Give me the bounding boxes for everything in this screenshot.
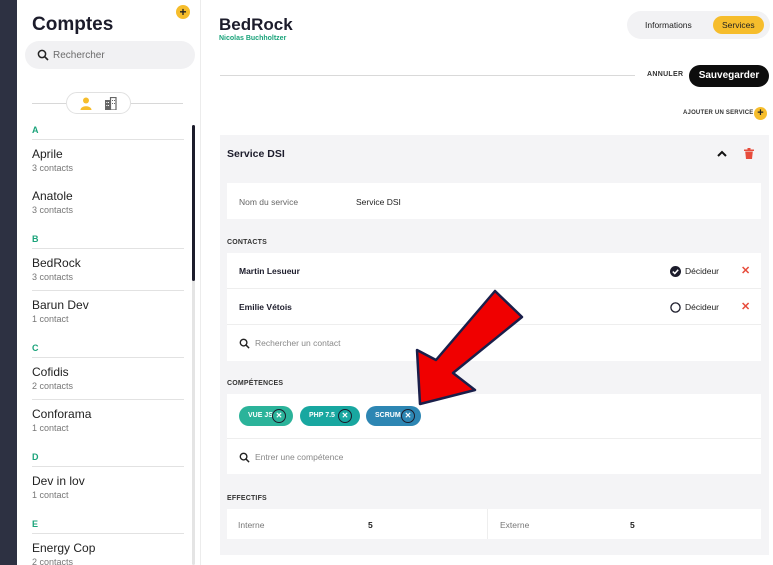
search-icon bbox=[37, 49, 49, 61]
list-item[interactable]: Cofidis 2 contacts bbox=[32, 358, 184, 400]
remove-contact-button[interactable]: ✕ bbox=[741, 264, 750, 277]
app-rail bbox=[0, 0, 17, 565]
skill-chip: VUE JS ✕ bbox=[239, 406, 293, 426]
page-title: BedRock bbox=[219, 15, 293, 34]
decision-maker-label: Décideur bbox=[685, 266, 720, 276]
account-contacts: 3 contacts bbox=[32, 272, 74, 282]
list-item[interactable]: Aprile 3 contacts bbox=[32, 140, 184, 182]
chevron-up-icon[interactable] bbox=[717, 150, 727, 157]
skill-search bbox=[227, 438, 761, 474]
skills-heading: COMPÉTENCES bbox=[227, 380, 284, 387]
service-name-card: Nom du service Service DSI bbox=[227, 183, 761, 219]
add-account-button[interactable]: + bbox=[176, 5, 190, 19]
account-name: Dev in lov bbox=[32, 474, 85, 488]
account-name: Aprile bbox=[32, 147, 63, 161]
search-icon bbox=[239, 338, 250, 349]
external-value: 5 bbox=[630, 520, 635, 530]
contacts-card: Martin Lesueur Décideur ✕ Emilie Vétois … bbox=[227, 253, 761, 361]
scrollbar-thumb[interactable] bbox=[192, 125, 195, 281]
remove-skill-icon[interactable]: ✕ bbox=[338, 409, 352, 423]
external-staff[interactable]: Externe 5 bbox=[489, 509, 761, 539]
cancel-button[interactable]: ANNULER bbox=[647, 71, 683, 78]
add-service-label[interactable]: AJOUTER UN SERVICE bbox=[683, 110, 754, 116]
section-letter: D bbox=[32, 447, 184, 467]
account-name: BedRock bbox=[32, 256, 81, 270]
contact-name: Martin Lesueur bbox=[239, 266, 300, 276]
contact-row: Emilie Vétois Décideur ✕ bbox=[227, 289, 761, 325]
accounts-list: A Aprile 3 contacts Anatole 3 contacts B B… bbox=[32, 120, 184, 565]
internal-value: 5 bbox=[368, 520, 373, 530]
internal-label: Interne bbox=[238, 520, 265, 530]
skill-chip: PHP 7.5 ✕ bbox=[300, 406, 360, 426]
divider bbox=[220, 75, 635, 76]
contacts-heading: CONTACTS bbox=[227, 239, 267, 246]
tab-bar: Informations Services bbox=[627, 11, 770, 39]
person-icon[interactable] bbox=[80, 97, 92, 110]
account-contacts: 1 contact bbox=[32, 314, 69, 324]
account-owner: Nicolas Buchholtzer bbox=[219, 35, 287, 42]
contact-search bbox=[227, 325, 761, 361]
contact-name: Emilie Vétois bbox=[239, 302, 292, 312]
list-item[interactable]: Barun Dev 1 contact bbox=[32, 291, 184, 333]
skill-label: SCRUM bbox=[375, 412, 401, 419]
staff-heading: EFFECTIFS bbox=[227, 495, 267, 502]
view-toggle bbox=[66, 92, 131, 114]
account-contacts: 2 contacts bbox=[32, 381, 74, 391]
staff-card: Interne 5 Externe 5 bbox=[227, 509, 761, 539]
account-name: Anatole bbox=[32, 189, 73, 203]
search-icon bbox=[239, 452, 250, 463]
tab-services[interactable]: Services bbox=[713, 16, 764, 34]
list-item[interactable]: BedRock 3 contacts bbox=[32, 249, 184, 291]
list-item[interactable]: Dev in lov 1 contact bbox=[32, 467, 184, 509]
account-name: Energy Cop bbox=[32, 541, 96, 555]
building-icon[interactable] bbox=[104, 97, 117, 110]
skill-chip: SCRUM ✕ bbox=[366, 406, 421, 426]
remove-contact-button[interactable]: ✕ bbox=[741, 300, 750, 313]
section-letter: B bbox=[32, 229, 184, 249]
accounts-sidebar: Comptes + A Aprile 3 contacts Anatole 3 co… bbox=[17, 0, 201, 565]
divider bbox=[32, 103, 66, 104]
account-contacts: 3 contacts bbox=[32, 205, 74, 215]
section-letter: A bbox=[32, 120, 184, 140]
service-panel: Service DSI Nom du service Service DSI C… bbox=[220, 135, 769, 555]
sidebar-title: Comptes bbox=[32, 14, 114, 35]
add-service-button[interactable]: + bbox=[754, 107, 767, 120]
skill-label: PHP 7.5 bbox=[309, 412, 335, 419]
tab-informations[interactable]: Informations bbox=[636, 16, 701, 34]
account-name: Conforama bbox=[32, 407, 92, 421]
divider bbox=[131, 103, 183, 104]
save-button[interactable]: Sauvegarder bbox=[689, 65, 769, 87]
service-name-label: Nom du service bbox=[239, 197, 299, 207]
contact-row: Martin Lesueur Décideur ✕ bbox=[227, 253, 761, 289]
account-name: Barun Dev bbox=[32, 298, 89, 312]
account-contacts: 2 contacts bbox=[32, 557, 74, 565]
account-contacts: 3 contacts bbox=[32, 163, 74, 173]
account-contacts: 1 contact bbox=[32, 423, 69, 433]
main-content: BedRock Nicolas Buchholtzer Informations… bbox=[201, 0, 773, 565]
list-item[interactable]: Conforama 1 contact bbox=[32, 400, 184, 442]
account-contacts: 1 contact bbox=[32, 490, 69, 500]
decision-maker-label: Décideur bbox=[685, 302, 720, 312]
list-item[interactable]: Anatole 3 contacts bbox=[32, 182, 184, 224]
skills-card: VUE JS ✕ PHP 7.5 ✕ SCRUM ✕ bbox=[227, 394, 761, 474]
list-item[interactable]: Energy Cop 2 contacts bbox=[32, 534, 184, 565]
account-name: Cofidis bbox=[32, 365, 69, 379]
external-label: Externe bbox=[500, 520, 530, 530]
remove-skill-icon[interactable]: ✕ bbox=[272, 409, 286, 423]
skill-label: VUE JS bbox=[248, 412, 273, 419]
internal-staff[interactable]: Interne 5 bbox=[227, 509, 488, 539]
section-letter: E bbox=[32, 514, 184, 534]
sidebar-search bbox=[25, 41, 195, 69]
remove-skill-icon[interactable]: ✕ bbox=[401, 409, 415, 423]
section-letter: C bbox=[32, 338, 184, 358]
trash-icon[interactable] bbox=[744, 148, 754, 159]
service-name-value[interactable]: Service DSI bbox=[356, 197, 401, 207]
contact-search-input[interactable] bbox=[255, 334, 555, 352]
skill-search-input[interactable] bbox=[255, 448, 555, 466]
service-title: Service DSI bbox=[227, 148, 285, 160]
sidebar-search-input[interactable] bbox=[53, 41, 188, 69]
empty-circle-icon[interactable] bbox=[670, 302, 681, 313]
checked-circle-icon[interactable] bbox=[670, 266, 681, 277]
